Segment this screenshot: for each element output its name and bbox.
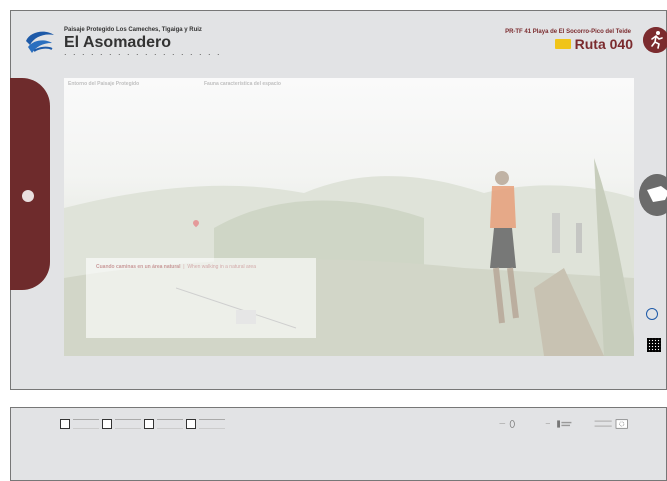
cabildo-emblem-icon bbox=[22, 190, 34, 202]
eu-funding-logo-icon bbox=[594, 419, 628, 429]
left-brand-band bbox=[10, 78, 50, 290]
service-item-2 bbox=[102, 419, 141, 429]
left-text-heading: Entorno del Paisaje Protegido bbox=[68, 81, 140, 87]
conduct-heading-en: When walking in a natural area bbox=[187, 264, 256, 270]
service-item-1 bbox=[60, 419, 99, 429]
route-label: PR-TF 41 Playa de El Socorro-Pico del Te… bbox=[505, 29, 631, 35]
conduct-heading-es: Cuando caminas en un área natural bbox=[96, 264, 181, 270]
slope-diagram bbox=[176, 287, 297, 329]
service-item-4 bbox=[186, 419, 225, 429]
wheelchair-icon bbox=[646, 308, 658, 320]
visitor-center-icon bbox=[102, 419, 112, 429]
conduct-sign: Cuando caminas en un área natural | When… bbox=[86, 258, 316, 338]
landscape-photo: Entorno del Paisaje Protegido Fauna cara… bbox=[64, 78, 634, 356]
runner-icon bbox=[643, 27, 667, 53]
funder-logo-icon bbox=[545, 420, 572, 428]
route-number-text: Ruta 040 bbox=[574, 36, 633, 52]
service-item-3 bbox=[144, 419, 183, 429]
picnic-area-icon bbox=[186, 419, 196, 429]
info-point-icon bbox=[60, 419, 70, 429]
qr-code-icon bbox=[647, 338, 661, 352]
promoter-logo-icon bbox=[499, 420, 515, 428]
park-logo-icon bbox=[26, 31, 54, 53]
bus-stop-icon bbox=[144, 419, 154, 429]
intro-text-left: Entorno del Paisaje Protegido bbox=[68, 82, 183, 89]
title-underline-dots: .................. bbox=[64, 47, 227, 57]
route-badge-icon bbox=[554, 39, 571, 49]
intro-text-right: Fauna característica del espacio bbox=[204, 82, 319, 89]
park-subtitle: Paisaje Protegido Los Cameches, Tigaiga … bbox=[64, 27, 202, 33]
conduct-sign-heading: Cuando caminas en un área natural | When… bbox=[96, 264, 256, 270]
route-number: Ruta 040 bbox=[554, 36, 633, 52]
tenerife-island-icon bbox=[639, 174, 667, 216]
right-text-heading: Fauna característica del espacio bbox=[204, 81, 281, 87]
